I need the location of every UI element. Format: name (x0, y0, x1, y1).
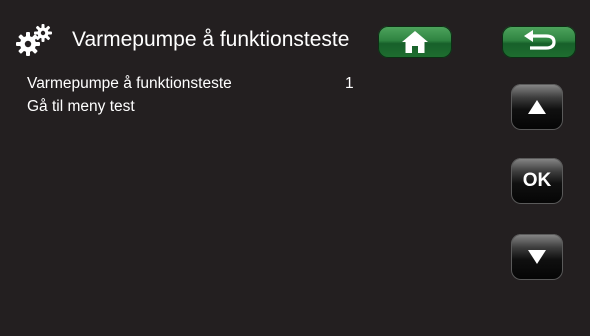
header: Varmepumpe å funktionsteste (0, 0, 590, 66)
back-button[interactable] (502, 26, 576, 58)
gears-icon (14, 22, 54, 58)
scroll-down-button[interactable] (511, 234, 563, 280)
back-arrow-icon (524, 30, 556, 50)
ok-button[interactable]: OK (511, 158, 563, 204)
page-title: Varmepumpe å funktionsteste (72, 28, 350, 51)
scroll-up-button[interactable] (511, 84, 563, 130)
home-button[interactable] (378, 26, 452, 58)
menu-item-go-to-test-menu[interactable]: Gå til meny test (27, 98, 135, 116)
triangle-up-icon (528, 100, 546, 114)
ok-label: OK (522, 170, 552, 191)
screen: Varmepumpe å funktionsteste Varmepumpe å… (0, 0, 590, 336)
home-icon (402, 31, 428, 53)
menu-item-value: 1 (345, 75, 354, 92)
triangle-down-icon (528, 250, 546, 264)
menu-item-heat-pump-test[interactable]: Varmepumpe å funktionsteste (27, 75, 232, 93)
